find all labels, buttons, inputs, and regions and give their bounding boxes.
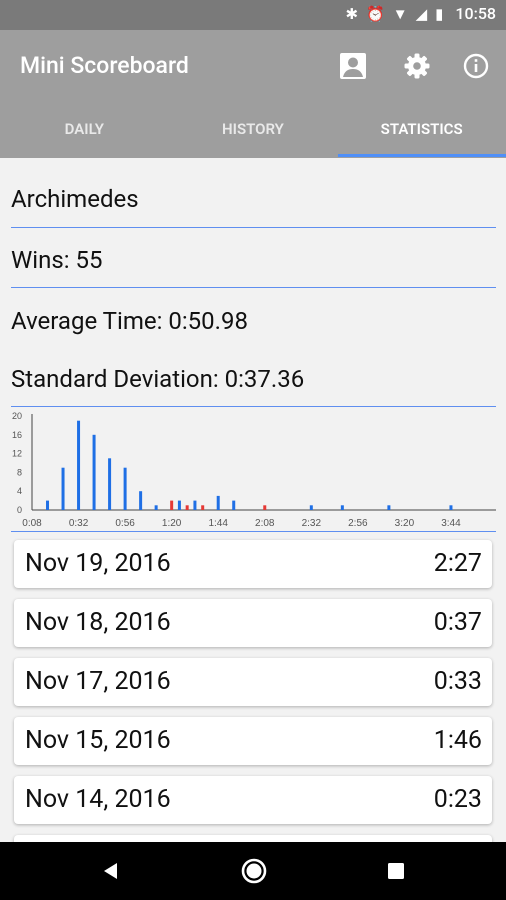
y-tick-label: 12 [12, 449, 22, 459]
statistics-content: Archimedes Wins: 55 Average Time: 0:50.9… [0, 158, 506, 842]
wifi-icon: ▼ [392, 4, 408, 23]
history-item[interactable]: Nov 17, 2016 0:33 [14, 658, 492, 706]
tab-statistics[interactable]: STATISTICS [337, 100, 506, 158]
chart-bar [154, 505, 158, 510]
chart-bar [232, 500, 236, 510]
chart-bar [170, 500, 174, 510]
chart-bar [108, 458, 112, 510]
divider [11, 227, 496, 228]
navigation-bar [0, 842, 506, 900]
alarm-icon: ⏰ [366, 4, 385, 23]
chart-bar [77, 420, 81, 510]
chart-bar [92, 434, 96, 510]
home-icon [241, 858, 267, 884]
y-tick-label: 8 [17, 467, 22, 477]
x-tick-label: 2:08 [255, 518, 275, 529]
recents-icon [388, 863, 404, 879]
x-tick-label: 2:32 [302, 518, 322, 529]
history-time: 0:33 [433, 667, 482, 696]
x-tick-label: 1:44 [208, 518, 228, 529]
x-tick-label: 3:20 [395, 518, 415, 529]
chart-bar [185, 505, 189, 510]
back-button[interactable] [96, 856, 126, 886]
history-item[interactable]: Nov 15, 2016 1:46 [14, 717, 492, 765]
history-time: 0:37 [433, 608, 482, 637]
history-item[interactable]: Nov 19, 2016 2:27 [14, 540, 492, 588]
chart-bar [177, 500, 181, 510]
y-tick-label: 16 [12, 430, 22, 440]
wins-label: Wins: 55 [11, 246, 103, 274]
history-date: Nov 19, 2016 [25, 549, 171, 578]
x-tick-label: 0:08 [22, 518, 42, 529]
battery-icon: ▮ [435, 4, 444, 23]
chart-bar [309, 505, 313, 510]
account-icon [340, 53, 366, 79]
x-tick-label: 0:32 [69, 518, 89, 529]
history-date: Nov 17, 2016 [25, 667, 171, 696]
x-tick-label: 1:20 [162, 518, 182, 529]
settings-icon [404, 53, 430, 79]
chart-bar [263, 505, 267, 510]
history-time: 0:23 [433, 785, 482, 814]
info-button[interactable] [456, 48, 496, 84]
status-bar: ✱ ⏰ ▼ ◢ ▮ 10:58 [0, 0, 506, 30]
recents-button[interactable] [381, 856, 411, 886]
y-tick-label: 20 [12, 411, 22, 421]
bluetooth-icon: ✱ [345, 4, 359, 23]
player-name: Archimedes [11, 185, 139, 213]
history-date: Nov 15, 2016 [25, 726, 171, 755]
tab-indicator [338, 154, 506, 157]
chart-bar [340, 505, 344, 510]
x-tick-label: 2:56 [348, 518, 368, 529]
chart-bar [61, 467, 65, 510]
chart-bar [387, 505, 391, 510]
divider [11, 287, 496, 288]
tab-bar: DAILY HISTORY STATISTICS [0, 100, 506, 158]
chart-bar [139, 491, 143, 510]
info-icon [463, 53, 489, 79]
app-title: Mini Scoreboard [20, 52, 189, 79]
settings-button[interactable] [397, 48, 437, 84]
solve-time-chart: 0 4 8 12 16 20 0:08 0:32 0:56 1:20 1:44 2:08 2:32 2:5… [12, 411, 496, 529]
home-button[interactable] [239, 856, 269, 886]
y-tick-label: 4 [17, 486, 22, 496]
chart-bar [123, 467, 127, 510]
tab-daily[interactable]: DAILY [0, 100, 169, 158]
y-tick-label: 0 [17, 505, 22, 515]
cell-signal-icon: ◢ [415, 4, 428, 23]
account-button[interactable] [333, 48, 373, 84]
divider [11, 406, 496, 407]
std-deviation-label: Standard Deviation: 0:37.36 [11, 365, 305, 393]
chart-bar [216, 495, 220, 510]
tab-history[interactable]: HISTORY [169, 100, 338, 158]
x-tick-label: 3:44 [441, 518, 461, 529]
status-icons: ✱ ⏰ ▼ ◢ ▮ 10:58 [345, 4, 496, 23]
history-date: Nov 18, 2016 [25, 608, 171, 637]
history-item-partial[interactable] [14, 835, 492, 842]
divider [11, 531, 496, 532]
chart-bar [449, 505, 453, 510]
back-icon [104, 863, 117, 879]
status-time: 10:58 [455, 4, 496, 23]
history-item[interactable]: Nov 14, 2016 0:23 [14, 776, 492, 824]
chart-bar [46, 500, 50, 510]
chart-bar [193, 500, 197, 510]
x-tick-label: 0:56 [115, 518, 135, 529]
history-time: 1:46 [433, 726, 482, 755]
history-item[interactable]: Nov 18, 2016 0:37 [14, 599, 492, 647]
chart-bar [201, 505, 205, 510]
app-bar: Mini Scoreboard DAILY HISTORY STATISTICS [0, 30, 506, 158]
history-date: Nov 14, 2016 [25, 785, 171, 814]
average-time-label: Average Time: 0:50.98 [11, 307, 248, 335]
history-time: 2:27 [433, 549, 482, 578]
